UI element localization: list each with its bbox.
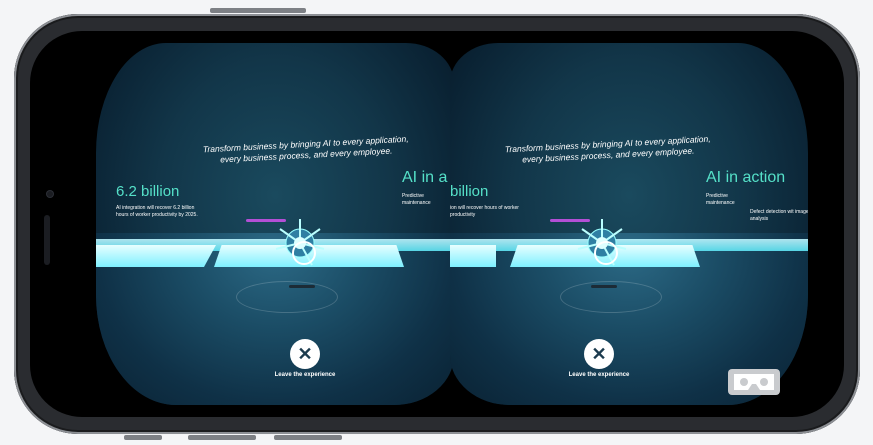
tagline: Transform business by bringing AI to eve…	[202, 133, 409, 165]
leave-experience-label: Leave the experience	[568, 372, 630, 378]
floor-disc	[236, 281, 338, 313]
close-icon[interactable]: ✕	[290, 339, 320, 369]
ai-in-action-title: AI in action	[706, 169, 786, 186]
tagline: Transform business by bringing AI to eve…	[504, 133, 711, 165]
stat-value: billion	[450, 183, 489, 200]
leave-experience-label: Leave the experience	[274, 372, 336, 378]
leave-experience-button[interactable]: ✕ Leave the experience	[564, 339, 634, 379]
vr-headset-icon[interactable]	[728, 369, 780, 395]
mute-switch	[124, 435, 162, 440]
glow-platform-left	[450, 245, 496, 267]
vr-right-eye-view: Transform business by bringing AI to eve…	[450, 43, 808, 405]
close-icon[interactable]: ✕	[584, 339, 614, 369]
stat-description: ion will recover hours of worker product…	[450, 205, 519, 218]
front-camera	[47, 191, 53, 197]
phone-screen: Transform business by bringing AI to eve…	[30, 31, 844, 417]
vr-headset-glyph	[734, 374, 774, 390]
glow-platform-left	[96, 245, 216, 267]
ai-item-predictive-maintenance: Predictive maintenance	[402, 193, 431, 206]
floor-marker	[289, 285, 315, 288]
volume-up-button	[188, 435, 256, 440]
power-button	[210, 8, 306, 13]
ai-in-action-title: AI in a	[402, 169, 448, 186]
floor-marker	[591, 285, 617, 288]
gaze-reticle	[292, 241, 316, 265]
ai-item-predictive-maintenance: Predictive maintenance	[706, 193, 735, 206]
speaker-grille	[44, 215, 50, 265]
stat-value: 6.2 billion	[116, 183, 180, 200]
stat-description: AI integration will recover 6.2 billion …	[116, 205, 198, 218]
volume-down-button	[274, 435, 342, 440]
vr-left-eye-view: Transform business by bringing AI to eve…	[96, 43, 454, 405]
leave-experience-button[interactable]: ✕ Leave the experience	[270, 339, 340, 379]
gaze-reticle	[594, 241, 618, 265]
ai-item-defect-detection: Defect detection wit image analysis	[750, 209, 808, 222]
